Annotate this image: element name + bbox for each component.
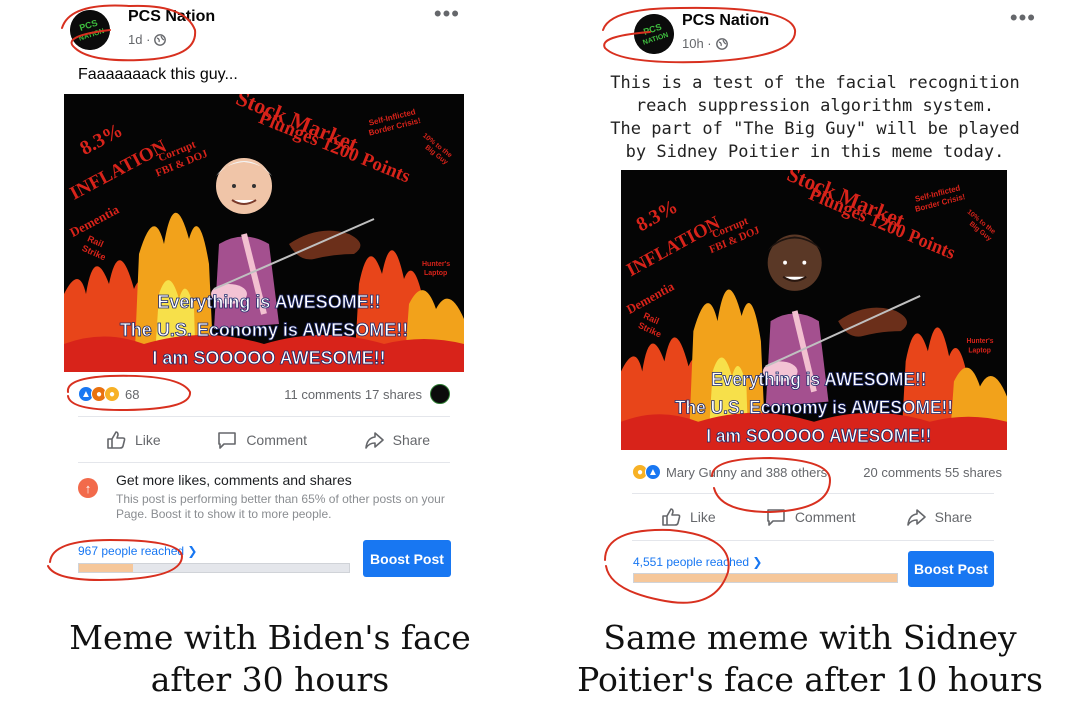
- meme-text-hunters: Hunter's: [422, 261, 450, 268]
- share-icon: [905, 506, 927, 528]
- caption-line: after 30 hours: [150, 660, 390, 699]
- comment-label: Comment: [246, 432, 307, 448]
- meme-slogan-3: I am SOOOOO AWESOME!!: [152, 348, 385, 368]
- reaction-count: 68: [125, 386, 140, 402]
- like-icon: [660, 506, 682, 528]
- divider: [632, 540, 994, 541]
- share-button[interactable]: Share: [905, 506, 972, 528]
- post-time[interactable]: 1d ·: [128, 32, 150, 47]
- caption-line: Poitier's face after 10 hours: [577, 660, 1043, 699]
- share-icon: [363, 429, 385, 451]
- divider: [78, 462, 450, 463]
- meme-slogan-2: The U.S. Economy is AWESOME!!: [675, 397, 953, 417]
- post-caption: This is a test of the facial recognition…: [610, 72, 1020, 164]
- divider: [78, 416, 450, 417]
- meme-slogan-1: Everything is AWESOME!!: [711, 369, 927, 389]
- like-button[interactable]: Like: [105, 429, 161, 451]
- comment-icon: [765, 506, 787, 528]
- caption-line: reach suppression algorithm system.: [635, 96, 995, 116]
- meme-text-laptop: Laptop: [968, 347, 990, 354]
- commenter-avatar[interactable]: [430, 384, 450, 404]
- action-bar: Like Comment Share: [105, 422, 430, 458]
- post-poitier: PCS NATION PCS Nation 10h · ••• This is …: [610, 0, 1035, 600]
- post-caption: Faaaaaaack this guy...: [78, 66, 238, 83]
- reach-progress-fill: [79, 564, 133, 572]
- caption-line: This is a test of the facial recognition: [610, 73, 1020, 93]
- meme-image[interactable]: 8.3% INFLATION Corrupt FBI & DOJ Stock M…: [621, 170, 1007, 450]
- right-comparison-caption: Same meme with Sidney Poitier's face aft…: [540, 617, 1080, 701]
- post-time[interactable]: 10h ·: [682, 36, 712, 51]
- reach-progress-bar: [633, 573, 898, 583]
- share-button[interactable]: Share: [363, 429, 430, 451]
- left-comparison-caption: Meme with Biden's face after 30 hours: [0, 617, 540, 701]
- meme-slogan-1: Everything is AWESOME!!: [157, 292, 380, 312]
- reach-progress-fill: [634, 574, 897, 582]
- comment-icon: [216, 429, 238, 451]
- post-meta: 10h ·: [682, 36, 728, 51]
- boost-arrow-icon: ↑: [78, 478, 98, 498]
- meme-text-laptop: Laptop: [424, 270, 447, 277]
- meme-image[interactable]: 8.3% INFLATION Corrupt FBI & DOJ Stock M…: [64, 94, 464, 372]
- like-icon: [105, 429, 127, 451]
- share-label: Share: [934, 509, 972, 525]
- action-bar: Like Comment Share: [660, 499, 972, 535]
- reach-progress-bar: [78, 563, 350, 573]
- post-header: PCS NATION PCS Nation 10h · •••: [634, 7, 1035, 58]
- comment-label: Comment: [794, 509, 856, 525]
- post-stats: ● ▲ Mary Gunny and 388 others 20 comment…: [632, 460, 1002, 484]
- people-reached-link[interactable]: 4,551 people reached ❯: [633, 555, 763, 569]
- post-stats: ▲ ● ● 68 11 comments 17 shares: [78, 382, 450, 406]
- meme-slogan-3: I am SOOOOO AWESOME!!: [706, 426, 931, 446]
- promo-title: Get more likes, comments and shares: [116, 472, 352, 488]
- caption-line: Same meme with Sidney: [603, 618, 1017, 657]
- like-label: Like: [690, 509, 716, 525]
- globe-icon: [154, 33, 167, 46]
- more-icon: •••: [433, 1, 460, 26]
- caption-line: The part of "The Big Guy" will be played: [610, 119, 1020, 139]
- reactions[interactable]: ● ▲ Mary Gunny and 388 others: [632, 464, 827, 480]
- comments-shares[interactable]: 20 comments 55 shares: [863, 465, 1002, 480]
- page-avatar[interactable]: PCS NATION: [634, 14, 674, 54]
- divider: [632, 493, 994, 494]
- globe-icon: [715, 37, 728, 50]
- comment-button[interactable]: Comment: [216, 429, 307, 451]
- like-reaction-icon: ▲: [645, 464, 661, 480]
- page-avatar[interactable]: PCS NATION: [70, 10, 110, 50]
- meme-text-hunters: Hunter's: [966, 338, 993, 345]
- boost-post-button[interactable]: Boost Post: [908, 551, 994, 587]
- meme-slogan-2: The U.S. Economy is AWESOME!!: [120, 320, 408, 340]
- promo-body: This post is performing better than 65% …: [116, 492, 445, 521]
- post-biden: PCS NATION PCS Nation 1d · ••• Faaaaaaac…: [60, 0, 470, 600]
- reactions[interactable]: ▲ ● ● 68: [78, 386, 139, 402]
- comment-button[interactable]: Comment: [765, 506, 856, 528]
- post-meta: 1d ·: [128, 32, 167, 47]
- like-button[interactable]: Like: [660, 506, 716, 528]
- share-label: Share: [392, 432, 430, 448]
- reaction-names: Mary Gunny and 388 others: [666, 464, 828, 480]
- stats-right: 20 comments 55 shares: [863, 460, 1002, 484]
- more-options-button[interactable]: •••: [1009, 5, 1036, 30]
- boost-post-button[interactable]: Boost Post: [363, 540, 451, 577]
- stats-right: 11 comments 17 shares: [284, 382, 450, 406]
- like-label: Like: [135, 432, 161, 448]
- people-reached-link[interactable]: 967 people reached ❯: [78, 544, 197, 558]
- more-options-button[interactable]: •••: [433, 1, 460, 26]
- more-icon: •••: [1009, 5, 1036, 30]
- haha-reaction-icon: ●: [104, 386, 120, 402]
- promo-box: ↑ Get more likes, comments and shares Th…: [78, 472, 458, 524]
- post-header: PCS NATION PCS Nation 1d · •••: [70, 1, 460, 54]
- caption-line: by Sidney Poitier in this meme today.: [625, 142, 1005, 162]
- caption-line: Meme with Biden's face: [69, 618, 471, 657]
- comments-shares[interactable]: 11 comments 17 shares: [284, 387, 422, 402]
- page-name[interactable]: PCS Nation: [682, 12, 769, 30]
- page-name[interactable]: PCS Nation: [128, 8, 215, 26]
